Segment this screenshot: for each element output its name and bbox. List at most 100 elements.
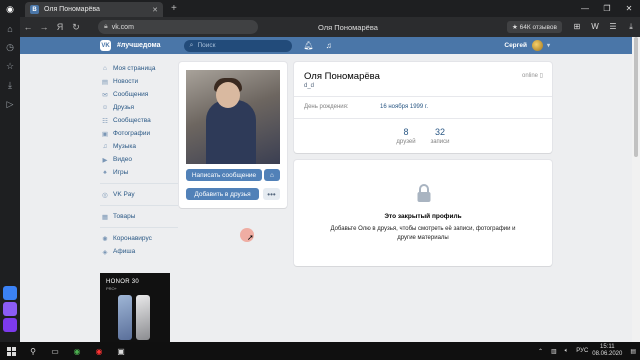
star-icon[interactable]: ☆ <box>0 57 20 76</box>
url-text: vk.com <box>111 23 134 31</box>
close-window-button[interactable]: ✕ <box>618 4 640 13</box>
vk-logo[interactable]: VK <box>100 40 111 51</box>
tray-arrow-icon[interactable]: ⌃ <box>538 348 543 355</box>
back-icon[interactable]: ← <box>20 22 36 32</box>
home-icon[interactable]: ⌂ <box>0 19 20 38</box>
download-icon[interactable]: ⤓ <box>622 22 640 32</box>
play-icon[interactable]: ▷ <box>0 95 20 114</box>
language-indicator[interactable]: РУС <box>576 348 588 354</box>
posts-count[interactable]: 32 <box>420 127 460 137</box>
user-menu[interactable]: Сергей ▾ <box>504 40 550 51</box>
divider <box>294 118 552 119</box>
sidebar-item[interactable]: ▣ Фотографии <box>100 127 178 140</box>
birthday-value[interactable]: 16 ноября 1999 г. <box>380 104 428 110</box>
sidebar-item[interactable]: ▶ Видео <box>100 153 178 166</box>
date: 08.06.2020 <box>592 351 623 357</box>
hashtag-link[interactable]: #лучшедома <box>117 42 161 49</box>
notifications-icon[interactable]: ▤ <box>630 348 636 355</box>
avatar <box>531 40 543 51</box>
alice-icon[interactable]: ◉ <box>0 0 20 19</box>
yandex-icon[interactable]: Я <box>52 22 68 32</box>
sidebar-item-label: Музыка <box>113 143 136 150</box>
maximize-button[interactable]: ❐ <box>596 4 618 13</box>
sidebar-item[interactable]: ⌂ Моя страница <box>100 62 178 75</box>
menu-icon[interactable]: ☰ <box>604 22 622 32</box>
yandex-browser-icon[interactable]: ◉ <box>88 347 110 356</box>
sidebar-item[interactable]: ♫ Музыка <box>100 140 178 153</box>
search-input[interactable]: ⌕ Поиск <box>183 39 292 52</box>
home-icon: ⌂ <box>103 65 107 72</box>
reviews-badge[interactable]: ★ 64К отзывов <box>506 21 562 33</box>
browser-tab[interactable]: В Оля Пономарёва ✕ <box>25 2 163 17</box>
vk-header: VK #лучшедома ⌕ Поиск 🔔︎ ♫ Сергей ▾ <box>20 37 632 54</box>
volume-icon[interactable]: 🔈︎ <box>565 348 569 355</box>
profile-photo[interactable] <box>186 70 280 164</box>
search-placeholder: Поиск <box>197 42 216 49</box>
messages-icon: ✉ <box>102 91 108 99</box>
network-icon[interactable]: ▥ <box>551 348 557 355</box>
music-icon: ♫ <box>102 143 108 150</box>
minimize-button[interactable]: — <box>574 4 596 13</box>
profile-status: d_d <box>304 83 315 89</box>
download-icon[interactable]: ⤓ <box>0 76 20 95</box>
sidebar-item[interactable]: ✺ Коронавирус <box>100 232 178 245</box>
menu-divider <box>100 205 178 206</box>
sidebar-item[interactable]: ▦ Товары <box>100 210 178 223</box>
user-name: Сергей <box>504 42 527 49</box>
search-icon[interactable]: ⚲ <box>22 347 44 356</box>
bookmark-icon[interactable]: ⊞ <box>568 22 586 32</box>
menu-divider <box>100 183 178 184</box>
sidebar-item-label: Товары <box>113 213 136 220</box>
sidebar-item[interactable]: ♠ Игры <box>100 166 178 179</box>
sidebar-item[interactable]: ☺ Друзья <box>100 101 178 114</box>
window-controls: — ❐ ✕ <box>574 4 640 13</box>
sidebar-item-label: Игры <box>113 169 129 176</box>
refresh-icon[interactable]: ↻ <box>68 22 84 33</box>
photos-icon: ▣ <box>101 130 109 138</box>
app-icon[interactable] <box>3 318 17 332</box>
mouse-cursor: ➚ <box>240 228 254 242</box>
sidebar-item-label: Моя страница <box>113 65 156 72</box>
task-view-icon[interactable]: ▭ <box>44 347 66 356</box>
close-tab-icon[interactable]: ✕ <box>152 6 158 14</box>
app-icon[interactable] <box>3 302 17 316</box>
address-bar: ← → Я ↻ 🔒︎ vk.com Оля Пономарёва ★ 64К о… <box>20 17 640 37</box>
scrollbar-thumb[interactable] <box>634 37 638 157</box>
scrollbar[interactable] <box>632 37 640 342</box>
more-actions-button[interactable]: ••• <box>263 188 280 200</box>
sidebar-item[interactable]: ☷ Сообщества <box>100 114 178 127</box>
taskbar: ⚲ ▭ ◉ ◉ ▣ ⌃ ▥ 🔈︎ РУС 15:11 08.06.2020 ▤ <box>0 342 640 360</box>
clock[interactable]: 15:11 08.06.2020 <box>592 344 622 358</box>
tab-title: Оля Пономарёва <box>44 6 100 13</box>
time: 15:11 <box>600 344 615 350</box>
sidebar-item[interactable]: ✉ Сообщения <box>100 88 178 101</box>
write-message-button[interactable]: Написать сообщение <box>186 169 262 181</box>
browser-apps <box>0 284 20 334</box>
sidebar-item-label: Сообщества <box>113 117 151 124</box>
forward-icon[interactable]: → <box>36 22 52 32</box>
w-extension-icon[interactable]: W <box>586 22 604 32</box>
news-icon: ▤ <box>101 78 109 86</box>
lock-icon: 🔒︎ <box>104 23 108 30</box>
ad-banner[interactable]: HONOR 30 PRO+ <box>100 273 170 342</box>
sidebar-item[interactable]: ▤ Новости <box>100 75 178 88</box>
chrome-icon[interactable]: ◉ <box>66 347 88 356</box>
music-note-icon[interactable]: ♫ <box>326 41 332 50</box>
vkpay-icon: ◎ <box>102 191 108 199</box>
clock-icon[interactable]: ◷ <box>0 38 20 57</box>
windows-start-icon[interactable] <box>0 342 22 360</box>
new-tab-button[interactable]: + <box>171 3 177 14</box>
app-icon[interactable] <box>3 286 17 300</box>
app-window-icon[interactable]: ▣ <box>110 347 132 356</box>
sidebar-item-label: Новости <box>113 78 139 85</box>
posts-label[interactable]: записи <box>420 139 460 145</box>
sidebar-item[interactable]: ◈ Афиша <box>100 245 178 258</box>
birthday-label: День рождения: <box>304 104 349 110</box>
bell-icon[interactable]: 🔔︎ <box>304 41 314 50</box>
sidebar-item[interactable]: ◎ VK Pay <box>100 188 178 201</box>
gift-icon[interactable]: ⌂ <box>264 169 280 181</box>
add-friend-button[interactable]: Добавить в друзья <box>186 188 259 200</box>
ad-subtitle: PRO+ <box>106 286 118 291</box>
groups-icon: ☷ <box>102 117 108 125</box>
url-field[interactable]: 🔒︎ vk.com <box>98 20 258 34</box>
